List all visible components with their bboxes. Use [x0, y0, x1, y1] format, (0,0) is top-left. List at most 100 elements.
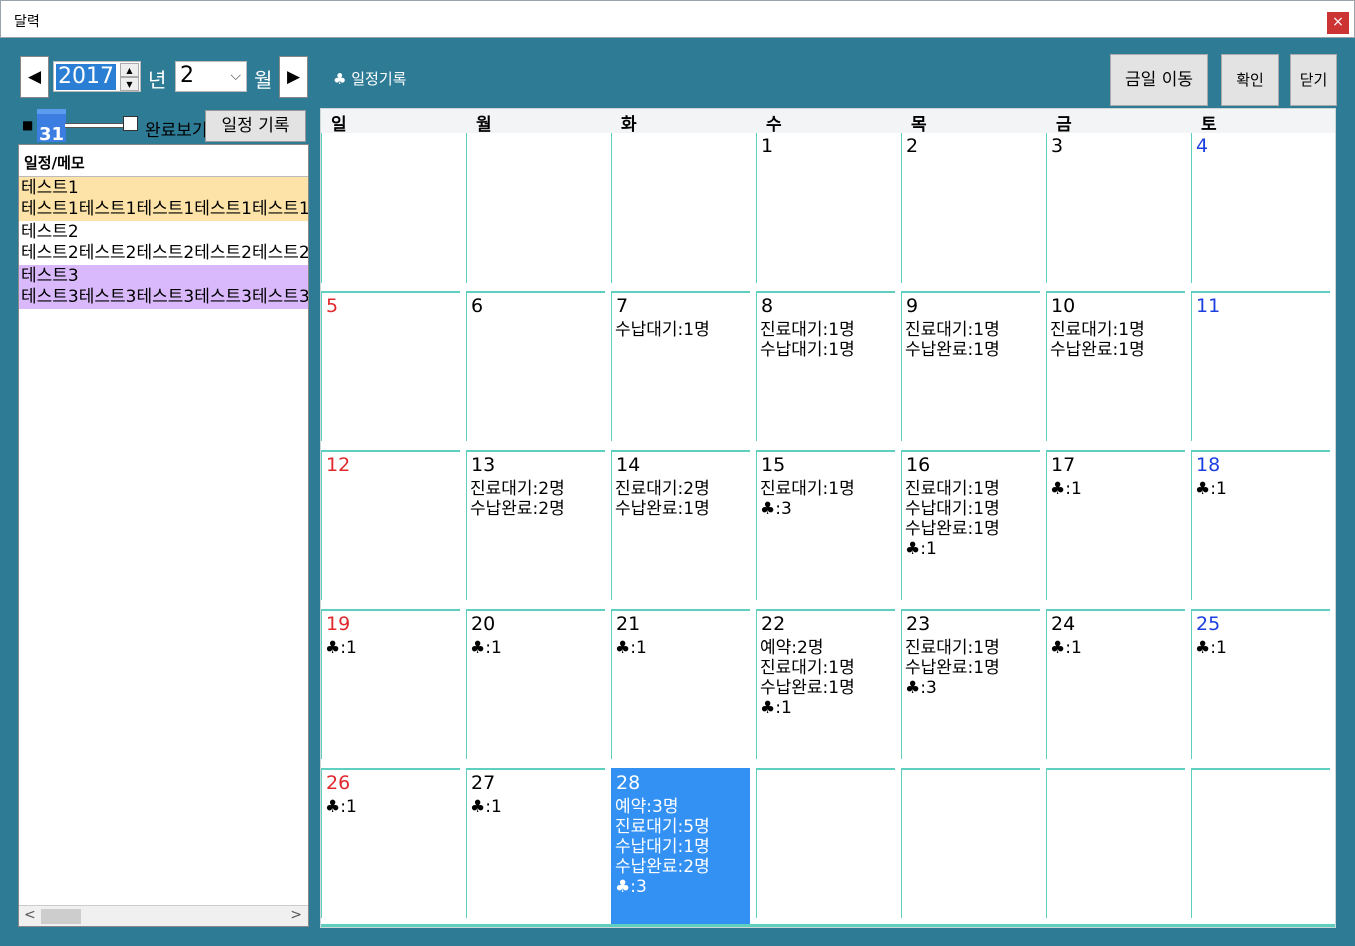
- month-select[interactable]: 2 ⌵: [175, 61, 247, 92]
- year-spin-buttons[interactable]: ▲ ▼: [120, 63, 139, 91]
- day-summary-line: 수납완료:1명: [615, 499, 710, 519]
- day-number: 21: [616, 613, 641, 635]
- calendar-day-cell[interactable]: 25 ♣:1: [1191, 609, 1330, 759]
- day-summary-line: ♣:1: [470, 797, 502, 817]
- calendar-day-cell[interactable]: 1: [756, 133, 895, 283]
- day-number: 12: [326, 454, 351, 476]
- day-summary-line: ♣:1: [1195, 638, 1227, 658]
- calendar-bottom-border: [321, 924, 1335, 927]
- scroll-right-icon[interactable]: >: [290, 907, 302, 923]
- day-summary-line: 진료대기:2명: [470, 479, 565, 499]
- day-summary-line: 수납대기:1명: [615, 837, 710, 857]
- calendar-day-cell[interactable]: 23 진료대기:1명 수납완료:1명 ♣:3: [901, 609, 1040, 759]
- memo-item-body: 테스트3테스트3테스트3테스트3테스트3: [21, 287, 308, 307]
- calendar-day-cell[interactable]: 24 ♣:1: [1046, 609, 1185, 759]
- day-number: 17: [1051, 454, 1076, 476]
- calendar-day-cell[interactable]: 13 진료대기:2명 수납완료:2명: [466, 450, 605, 600]
- day-summary-line: 수납완료:1명: [1050, 340, 1145, 360]
- scroll-thumb[interactable]: [41, 909, 81, 924]
- day-summary-line: 수납대기:1명: [615, 320, 710, 340]
- window-title: 달력: [14, 14, 40, 30]
- day-number: 24: [1051, 613, 1076, 635]
- calendar-day-cell[interactable]: 26 ♣:1: [321, 768, 460, 918]
- day-summary-line: ♣:1: [325, 638, 357, 658]
- confirm-button[interactable]: 확인: [1221, 54, 1279, 106]
- day-number: [1192, 770, 1330, 797]
- month-value[interactable]: 2: [180, 63, 194, 88]
- done-view-checkbox[interactable]: [123, 116, 138, 131]
- spin-down-icon[interactable]: ▼: [120, 77, 139, 91]
- calendar-day-cell[interactable]: 19 ♣:1: [321, 609, 460, 759]
- chevron-down-icon[interactable]: ⌵: [230, 68, 241, 84]
- calendar-day-cell[interactable]: [321, 133, 460, 283]
- calendar-day-cell[interactable]: 21 ♣:1: [611, 609, 750, 759]
- weekday-header: 일 월 화 수 목 금 토: [321, 109, 1335, 135]
- calendar-day-cell[interactable]: 17 ♣:1: [1046, 450, 1185, 600]
- day-number: 11: [1196, 295, 1221, 317]
- calendar-day-cell[interactable]: [756, 768, 895, 918]
- day-number: 28: [616, 772, 641, 794]
- goto-today-button[interactable]: 금일 이동: [1110, 54, 1208, 106]
- memo-item[interactable]: 테스트2 테스트2테스트2테스트2테스트2테스트2: [19, 221, 308, 265]
- calendar-day-cell[interactable]: 12: [321, 450, 460, 600]
- day-summary-line: 수납완료:1명: [905, 340, 1000, 360]
- weekday-tue: 화: [621, 115, 637, 135]
- month-calendar: 일 월 화 수 목 금 토 1 2 3 4 5 6 7 수납대기:1명 8 진료대기:1명 수납대기…: [320, 108, 1336, 928]
- calendar-day-cell[interactable]: 20 ♣:1: [466, 609, 605, 759]
- calendar-day-cell[interactable]: 18 ♣:1: [1191, 450, 1330, 600]
- calendar-day-cell[interactable]: [1046, 768, 1185, 918]
- calendar-day-cell[interactable]: 4: [1191, 133, 1330, 283]
- day-summary-line: ♣:3: [760, 499, 792, 519]
- record-schedule-button[interactable]: 일정 기록: [205, 110, 306, 142]
- calendar-day-cell[interactable]: [466, 133, 605, 283]
- day-summary-line: ♣:1: [1050, 638, 1082, 658]
- day-summary-line: ♣:1: [325, 797, 357, 817]
- memo-item-body: 테스트1테스트1테스트1테스트1테스트1: [21, 199, 308, 219]
- calendar-day-cell[interactable]: 22 예약:2명 진료대기:1명 수납완료:1명 ♣:1: [756, 609, 895, 759]
- scroll-left-icon[interactable]: <: [24, 907, 36, 923]
- day-summary-line: 진료대기:1명: [760, 658, 855, 678]
- horizontal-scrollbar[interactable]: < >: [19, 905, 308, 926]
- calendar-day-cell[interactable]: 3: [1046, 133, 1185, 283]
- day-summary-line: ♣:3: [905, 678, 937, 698]
- calendar-day-cell[interactable]: 10 진료대기:1명 수납완료:1명: [1046, 291, 1185, 441]
- slider-track[interactable]: [65, 123, 123, 128]
- month-unit-label: 월: [254, 68, 273, 92]
- calendar-day-cell[interactable]: [611, 133, 750, 283]
- calendar-day-cell[interactable]: 16 진료대기:1명 수납대기:1명 수납완료:1명 ♣:1: [901, 450, 1040, 600]
- square-icon: ■: [22, 118, 34, 132]
- schedule-record-link[interactable]: ♣ 일정기록: [333, 68, 406, 89]
- close-window-button[interactable]: ×: [1327, 12, 1349, 34]
- spin-up-icon[interactable]: ▲: [120, 63, 139, 77]
- calendar-day-cell[interactable]: 15 진료대기:1명 ♣:3: [756, 450, 895, 600]
- day-number: 1: [761, 135, 774, 157]
- next-month-button[interactable]: ▶: [279, 56, 308, 98]
- calendar-day-cell[interactable]: 14 진료대기:2명 수납완료:1명: [611, 450, 750, 600]
- day-summary-line: 예약:3명: [615, 797, 679, 817]
- day-summary-line: ♣:1: [1050, 479, 1082, 499]
- calendar-day-cell[interactable]: 6: [466, 291, 605, 441]
- calendar-icon[interactable]: 31: [37, 109, 66, 145]
- calendar-day-cell[interactable]: 27 ♣:1: [466, 768, 605, 918]
- prev-month-button[interactable]: ◀: [20, 56, 49, 98]
- calendar-day-cell[interactable]: 2: [901, 133, 1040, 283]
- calendar-day-cell[interactable]: 8 진료대기:1명 수납대기:1명: [756, 291, 895, 441]
- calendar-day-cell[interactable]: 11: [1191, 291, 1330, 441]
- year-spinner[interactable]: 2017 ▲ ▼: [53, 61, 141, 92]
- calendar-day-cell[interactable]: 7 수납대기:1명: [611, 291, 750, 441]
- memo-item[interactable]: 테스트3 테스트3테스트3테스트3테스트3테스트3: [19, 265, 308, 309]
- memo-list[interactable]: 일정/메모 테스트1 테스트1테스트1테스트1테스트1테스트1 테스트2 테스트2테스…: [18, 144, 309, 927]
- year-unit-label: 년: [148, 68, 167, 92]
- close-button[interactable]: 닫기: [1290, 54, 1337, 106]
- calendar-day-cell[interactable]: 5: [321, 291, 460, 441]
- calendar-day-cell[interactable]: 28 예약:3명 진료대기:5명 수납대기:1명 수납완료:2명 ♣:3: [611, 768, 750, 924]
- day-summary-line: 예약:2명: [760, 638, 824, 658]
- year-value[interactable]: 2017: [56, 64, 116, 90]
- day-number: 19: [326, 613, 351, 635]
- calendar-day-cell[interactable]: 9 진료대기:1명 수납완료:1명: [901, 291, 1040, 441]
- day-summary-line: 수납대기:1명: [760, 340, 855, 360]
- calendar-day-cell[interactable]: [1191, 768, 1330, 918]
- weekday-wed: 수: [766, 115, 782, 135]
- memo-item[interactable]: 테스트1 테스트1테스트1테스트1테스트1테스트1: [19, 177, 308, 221]
- calendar-day-cell[interactable]: [901, 768, 1040, 918]
